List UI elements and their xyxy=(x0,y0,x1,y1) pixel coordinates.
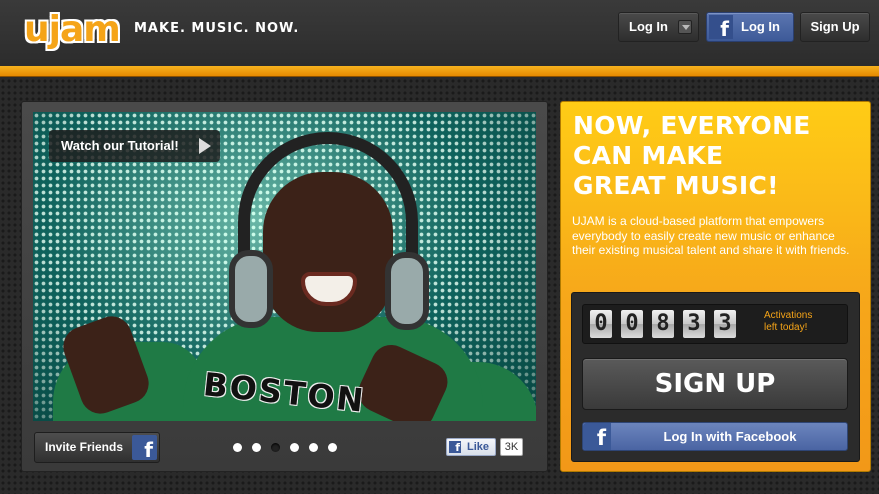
ujam-logo[interactable]: ujam xyxy=(24,9,126,51)
panel-description: UJAM is a cloud-based platform that empo… xyxy=(572,214,864,258)
facebook-icon: f xyxy=(709,15,733,41)
watch-tutorial-label: Watch our Tutorial! xyxy=(61,138,179,153)
activations-line-2: left today! xyxy=(764,322,808,333)
counter-digit: 8 xyxy=(652,310,674,338)
panel-headline: NOW, EVERYONE CAN MAKE GREAT MUSIC! xyxy=(573,111,853,201)
facebook-icon: f xyxy=(449,441,461,454)
facebook-login-label: Log In xyxy=(741,19,780,34)
facebook-login-button[interactable]: f Log In xyxy=(706,12,794,42)
slide-dot-4[interactable] xyxy=(290,443,299,452)
dropdown-arrow-icon[interactable] xyxy=(678,20,692,34)
counter-digit: 3 xyxy=(683,310,705,338)
slide-dot-5[interactable] xyxy=(309,443,318,452)
watch-tutorial-button[interactable]: Watch our Tutorial! xyxy=(49,130,220,162)
slideshow-pagination xyxy=(233,443,337,453)
counter-digit: 3 xyxy=(714,310,736,338)
like-label: Like xyxy=(467,441,490,453)
person-head xyxy=(263,172,393,332)
headline-line-2: CAN MAKE xyxy=(573,141,724,170)
facebook-icon: f xyxy=(583,423,611,450)
login-button-label: Log In xyxy=(629,19,668,34)
play-icon xyxy=(199,138,211,154)
slide-dot-6[interactable] xyxy=(328,443,337,452)
facebook-icon: f xyxy=(132,435,157,462)
headline-line-3: GREAT MUSIC! xyxy=(573,171,779,200)
description-line-2: everybody to easily create new music or … xyxy=(572,228,835,243)
like-count: 3K xyxy=(500,438,523,456)
login-button[interactable]: Log In xyxy=(618,12,699,42)
counter-digit: 0 xyxy=(590,310,612,338)
big-signup-button[interactable]: SIGN UP xyxy=(582,358,848,410)
slide-dot-3[interactable] xyxy=(271,443,280,452)
invite-friends-button[interactable]: Invite Friends f xyxy=(34,432,160,463)
headphone-earcup-left xyxy=(229,250,273,328)
invite-friends-label: Invite Friends xyxy=(45,440,124,454)
description-line-3: their existing musical talent and share … xyxy=(572,243,850,257)
headline-line-1: NOW, EVERYONE xyxy=(573,111,811,140)
tagline: MAKE. MUSIC. NOW. xyxy=(134,21,300,36)
facebook-login-wide-button[interactable]: f Log In with Facebook xyxy=(582,422,848,451)
description-line-1: UJAM is a cloud-based platform that empo… xyxy=(572,214,825,228)
facebook-login-wide-label: Log In with Facebook xyxy=(663,429,797,444)
signup-button[interactable]: Sign Up xyxy=(800,12,870,42)
activations-line-1: Activations xyxy=(764,310,813,321)
activations-label: Activations left today! xyxy=(764,310,844,334)
headphone-earcup-right xyxy=(385,252,429,330)
slide-dot-1[interactable] xyxy=(233,443,242,452)
slide-dot-2[interactable] xyxy=(252,443,261,452)
header-accent-bar xyxy=(0,66,879,77)
counter-digit: 0 xyxy=(621,310,643,338)
facebook-like-button[interactable]: f Like xyxy=(446,438,496,456)
